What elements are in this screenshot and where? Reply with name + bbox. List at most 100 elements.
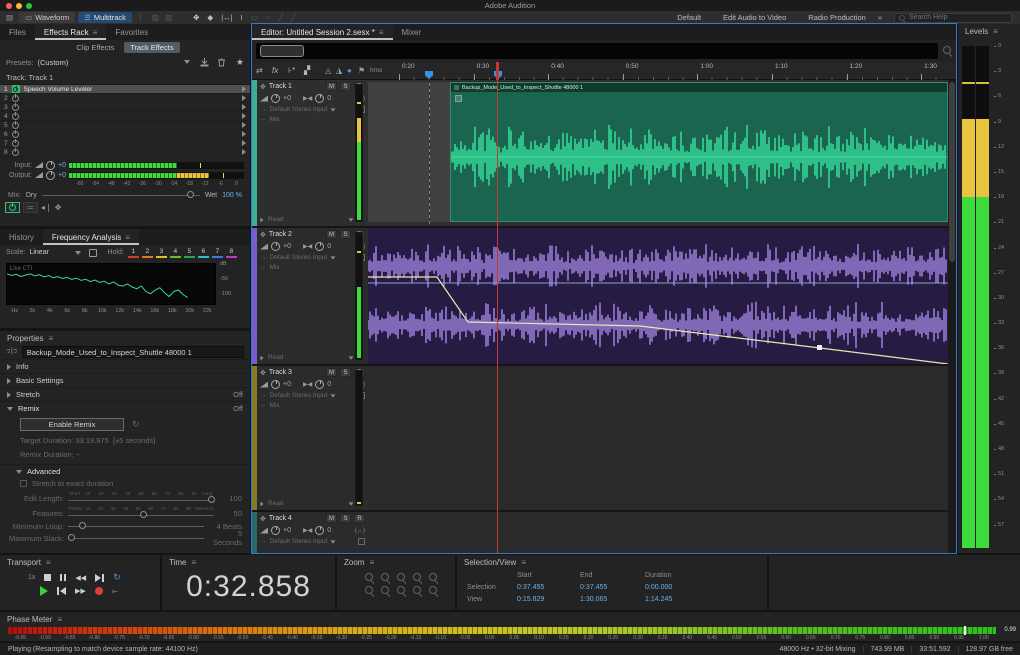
- effect-power-icon[interactable]: [12, 149, 19, 156]
- track4-lane[interactable]: [368, 512, 948, 553]
- effect-slot-empty[interactable]: 8: [0, 148, 250, 157]
- playback-speed[interactable]: 1x: [28, 574, 35, 581]
- navigator-viewport-handle[interactable]: [260, 45, 304, 57]
- track-name[interactable]: Track 1: [269, 83, 292, 90]
- effect-options-icon[interactable]: [242, 104, 246, 110]
- hold-button[interactable]: 8: [226, 248, 237, 258]
- mute-button[interactable]: M: [326, 514, 337, 523]
- show-effects-icon[interactable]: fx: [272, 66, 278, 75]
- track-pan-knob[interactable]: [315, 242, 324, 251]
- skip-to-start-button[interactable]: [57, 587, 66, 595]
- effect-options-icon[interactable]: [242, 149, 246, 155]
- track-input[interactable]: Default Stereo Input: [270, 254, 328, 261]
- marquee-tool-icon[interactable]: ▭: [251, 13, 258, 22]
- zoom-out-amplitude-icon[interactable]: [381, 586, 389, 594]
- mute-button[interactable]: M: [326, 82, 337, 91]
- clip-header[interactable]: Backup_Mode_Used_to_Inspect_Shuttle 4800…: [451, 83, 947, 92]
- effect-slot-empty[interactable]: 3: [0, 103, 250, 112]
- rewind-button[interactable]: ◀◀: [75, 574, 86, 582]
- view-duration-value[interactable]: 1:14.245: [645, 596, 672, 603]
- multitrack-view-button[interactable]: ☰Multitrack: [78, 12, 132, 23]
- panel-menu-icon[interactable]: ≡: [379, 28, 384, 37]
- automation-mode[interactable]: Read: [268, 500, 284, 507]
- tab-mixer[interactable]: Mixer: [393, 24, 431, 40]
- solo-button[interactable]: S: [340, 230, 351, 239]
- panel-menu-icon[interactable]: ≡: [521, 558, 526, 567]
- track-pan-knob[interactable]: [315, 380, 324, 389]
- skip-back-button[interactable]: ⇤: [112, 587, 119, 596]
- rack-power-toggle[interactable]: [5, 202, 20, 213]
- mix-slider[interactable]: [42, 191, 200, 200]
- track-input[interactable]: Default Stereo Input: [270, 392, 328, 399]
- track-input[interactable]: Default Stereo Input: [270, 106, 328, 113]
- track-pan-knob[interactable]: [315, 94, 324, 103]
- track-volume-knob[interactable]: [271, 94, 280, 103]
- solo-button[interactable]: S: [340, 368, 351, 377]
- hold-button[interactable]: 7: [212, 248, 223, 258]
- zoom-in-point-icon[interactable]: [413, 573, 421, 581]
- search-input[interactable]: [909, 14, 1008, 21]
- scan-icon[interactable]: [89, 249, 97, 257]
- rack-monitor-icon[interactable]: ◂❘: [41, 203, 52, 212]
- scale-dropdown[interactable]: Linear: [29, 249, 81, 256]
- effect-slot-empty[interactable]: 4: [0, 112, 250, 121]
- fast-forward-button[interactable]: ▶▶: [75, 587, 86, 595]
- zoom-out-point-icon[interactable]: [429, 573, 437, 581]
- hold-button[interactable]: 1: [128, 248, 139, 258]
- marker-flag-icon[interactable]: ⚑: [358, 66, 365, 75]
- selection-duration-value[interactable]: 0:00.000: [645, 584, 672, 591]
- track-output[interactable]: Mix: [270, 264, 280, 271]
- mute-button[interactable]: M: [326, 230, 337, 239]
- effect-slot-empty[interactable]: 6: [0, 130, 250, 139]
- effect-power-icon[interactable]: [12, 95, 19, 102]
- export-icon[interactable]: ▥: [165, 13, 172, 22]
- effect-power-icon[interactable]: [12, 104, 19, 111]
- effect-options-icon[interactable]: [242, 86, 246, 92]
- clip-group-icon[interactable]: ⊦*: [288, 66, 295, 75]
- zoom-out-time-icon[interactable]: [381, 573, 389, 581]
- delete-preset-icon[interactable]: [217, 58, 226, 67]
- zoom-reset-icon[interactable]: [397, 586, 405, 594]
- home-icon[interactable]: ▤: [6, 13, 13, 22]
- panel-menu-icon[interactable]: ≡: [191, 558, 196, 567]
- presets-dropdown-icon[interactable]: [184, 60, 190, 64]
- min-loop-slider[interactable]: [68, 522, 204, 531]
- hold-button[interactable]: 6: [198, 248, 209, 258]
- reorder-tracks-icon[interactable]: ⇄: [256, 66, 263, 75]
- time-display[interactable]: 0:32.858: [162, 570, 335, 604]
- panel-menu-icon[interactable]: ≡: [93, 28, 98, 37]
- automation-mode[interactable]: Read: [268, 354, 284, 361]
- tab-editor[interactable]: Editor: Untitled Session 2.sesx *≡: [252, 24, 393, 40]
- effect-power-icon[interactable]: [12, 140, 19, 147]
- effect-options-icon[interactable]: [242, 113, 246, 119]
- zoom-last-icon[interactable]: [429, 586, 437, 594]
- track-name[interactable]: Track 3: [269, 369, 292, 376]
- tab-files[interactable]: Files: [0, 24, 35, 40]
- zoom-in-amplitude-icon[interactable]: [365, 586, 373, 594]
- patch-icon[interactable]: [358, 538, 365, 545]
- tab-history[interactable]: History: [0, 229, 43, 245]
- zoom-in-time-icon[interactable]: [365, 573, 373, 581]
- tab-favorites[interactable]: Favorites: [106, 24, 157, 40]
- pencil-tool-icon[interactable]: ╱: [278, 13, 283, 22]
- track-output[interactable]: Mix: [270, 402, 280, 409]
- mute-button[interactable]: M: [326, 368, 337, 377]
- track-volume-knob[interactable]: [271, 242, 280, 251]
- loop-playback-button[interactable]: ↻: [113, 572, 121, 583]
- metronome-icon[interactable]: ▞: [304, 66, 310, 75]
- section-info[interactable]: Info: [0, 359, 250, 373]
- track1-lane[interactable]: Backup_Mode_Used_to_Inspect_Shuttle 4800…: [368, 80, 948, 226]
- play-to-end-button[interactable]: [95, 574, 104, 582]
- presets-value[interactable]: (Custom): [38, 58, 69, 67]
- magnet-icon[interactable]: ◮: [336, 66, 342, 75]
- move-tool-icon[interactable]: ✥: [193, 13, 199, 22]
- features-slider[interactable]: [68, 511, 214, 520]
- track-effects-button[interactable]: Track Effects: [124, 42, 179, 53]
- effect-options-icon[interactable]: [242, 95, 246, 101]
- rack-route-icon[interactable]: ✥: [55, 203, 62, 212]
- track1-clip[interactable]: Backup_Mode_Used_to_Inspect_Shuttle 4800…: [450, 82, 948, 222]
- solo-button[interactable]: S: [340, 514, 351, 523]
- playhead-line[interactable]: [497, 80, 498, 553]
- hold-button[interactable]: 5: [184, 248, 195, 258]
- remix-refresh-icon[interactable]: ↻: [132, 419, 140, 430]
